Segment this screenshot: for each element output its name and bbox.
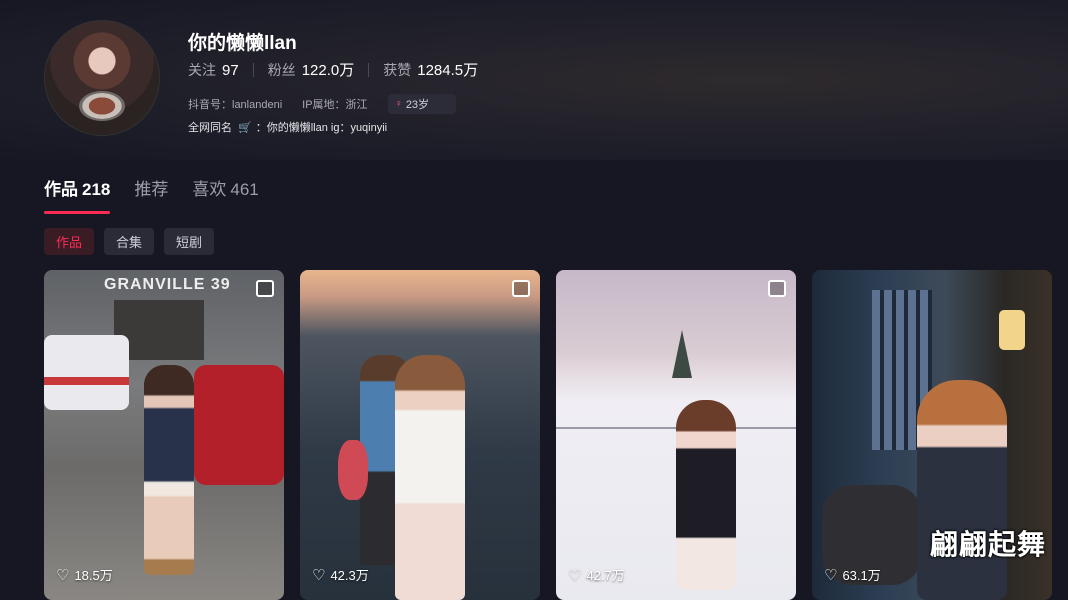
avatar-photo-detail	[79, 91, 125, 121]
tab-works[interactable]: 作品 218	[44, 175, 111, 214]
video-grid: GRANVILLE 39 ♡ 18.5万 ♡ 42.3万 ♡ 42.7万 翩翩起…	[44, 270, 1068, 600]
profile-name: 你的懒懒llan	[188, 33, 297, 54]
stat-label: 粉丝	[267, 62, 296, 78]
signature-text: ：你的懒懒llan ig：yuqinyii	[255, 122, 388, 134]
like-count-text: 42.7万	[586, 568, 625, 583]
age-text: 23岁	[405, 99, 430, 111]
thumbnail-detail	[999, 310, 1025, 350]
stat-value: 97	[222, 61, 239, 79]
multi-image-icon	[256, 280, 274, 297]
video-card[interactable]: GRANVILLE 39 ♡ 18.5万	[44, 270, 284, 600]
heart-icon: ♡	[568, 566, 582, 584]
divider	[368, 62, 370, 77]
profile-tabs: 作品 218 推荐 喜欢 461	[44, 175, 283, 214]
profile-meta: 抖音号：lanlandeni IP属地：浙江 ♀ 23岁	[188, 94, 457, 114]
heart-icon: ♡	[56, 566, 70, 584]
tab-recommended[interactable]: 推荐	[134, 175, 168, 214]
like-count: ♡ 18.5万	[56, 565, 113, 584]
like-count: ♡ 63.1万	[824, 565, 881, 584]
thumbnail-detail	[338, 440, 368, 500]
like-count-text: 63.1万	[842, 568, 881, 583]
stat-value: 1284.5万	[417, 62, 479, 79]
tab-label: 作品	[44, 180, 78, 199]
thumbnail-detail	[144, 365, 194, 575]
stat-value: 122.0万	[301, 62, 355, 79]
tab-count: 461	[230, 180, 259, 199]
thumbnail-detail	[672, 330, 692, 378]
chip-collections[interactable]: 合集	[104, 228, 155, 255]
tab-label: 喜欢	[192, 180, 227, 199]
storefront-sign: GRANVILLE 39	[104, 276, 231, 293]
like-count-text: 42.3万	[330, 568, 369, 583]
profile-stats: 关注 97 粉丝 122.0万 获赞 1284.5万	[188, 59, 478, 80]
chip-works[interactable]: 作品	[44, 228, 95, 255]
divider	[252, 62, 254, 77]
tab-liked[interactable]: 喜欢 461	[192, 175, 258, 214]
stat-label: 关注	[188, 61, 216, 78]
profile-signature: 全网同名 🛒 ：你的懒懒llan ig：yuqinyii	[188, 119, 387, 135]
chip-short-dramas[interactable]: 短剧	[164, 228, 215, 255]
stat-following[interactable]: 关注 97	[188, 60, 239, 80]
stat-label: 获赞	[383, 62, 412, 78]
like-count-text: 18.5万	[74, 568, 113, 583]
tab-count: 218	[82, 180, 111, 199]
avatar[interactable]	[44, 20, 160, 136]
multi-image-icon	[512, 280, 530, 297]
thumbnail-detail	[395, 355, 465, 600]
profile-header-background	[0, 0, 1068, 160]
stat-likes: 获赞 1284.5万	[383, 59, 478, 80]
video-card[interactable]: ♡ 42.7万	[556, 270, 796, 600]
heart-icon: ♡	[312, 566, 326, 584]
multi-image-icon	[768, 280, 786, 297]
filter-chips: 作品 合集 短剧	[44, 228, 224, 255]
signature-prefix: 全网同名	[188, 122, 232, 134]
video-card[interactable]: ♡ 42.3万	[300, 270, 540, 600]
thumbnail-detail	[44, 335, 129, 410]
tab-label: 推荐	[134, 180, 169, 199]
age-badge: ♀ 23岁	[387, 94, 457, 114]
heart-icon: ♡	[824, 566, 838, 584]
thumbnail-detail	[917, 380, 1007, 600]
gender-female-icon: ♀	[394, 98, 403, 110]
thumbnail-detail	[194, 365, 284, 485]
douyin-id: 抖音号：lanlandeni	[188, 99, 283, 111]
like-count: ♡ 42.7万	[568, 565, 625, 584]
shopping-cart-icon: 🛒	[238, 121, 252, 134]
like-count: ♡ 42.3万	[312, 565, 369, 584]
ip-location: IP属地：浙江	[302, 99, 368, 111]
video-caption: 翩翩起舞	[929, 529, 1046, 560]
thumbnail-detail	[676, 400, 736, 590]
stat-followers[interactable]: 粉丝 122.0万	[268, 59, 355, 80]
video-card[interactable]: 翩翩起舞 ♡ 63.1万	[812, 270, 1052, 600]
